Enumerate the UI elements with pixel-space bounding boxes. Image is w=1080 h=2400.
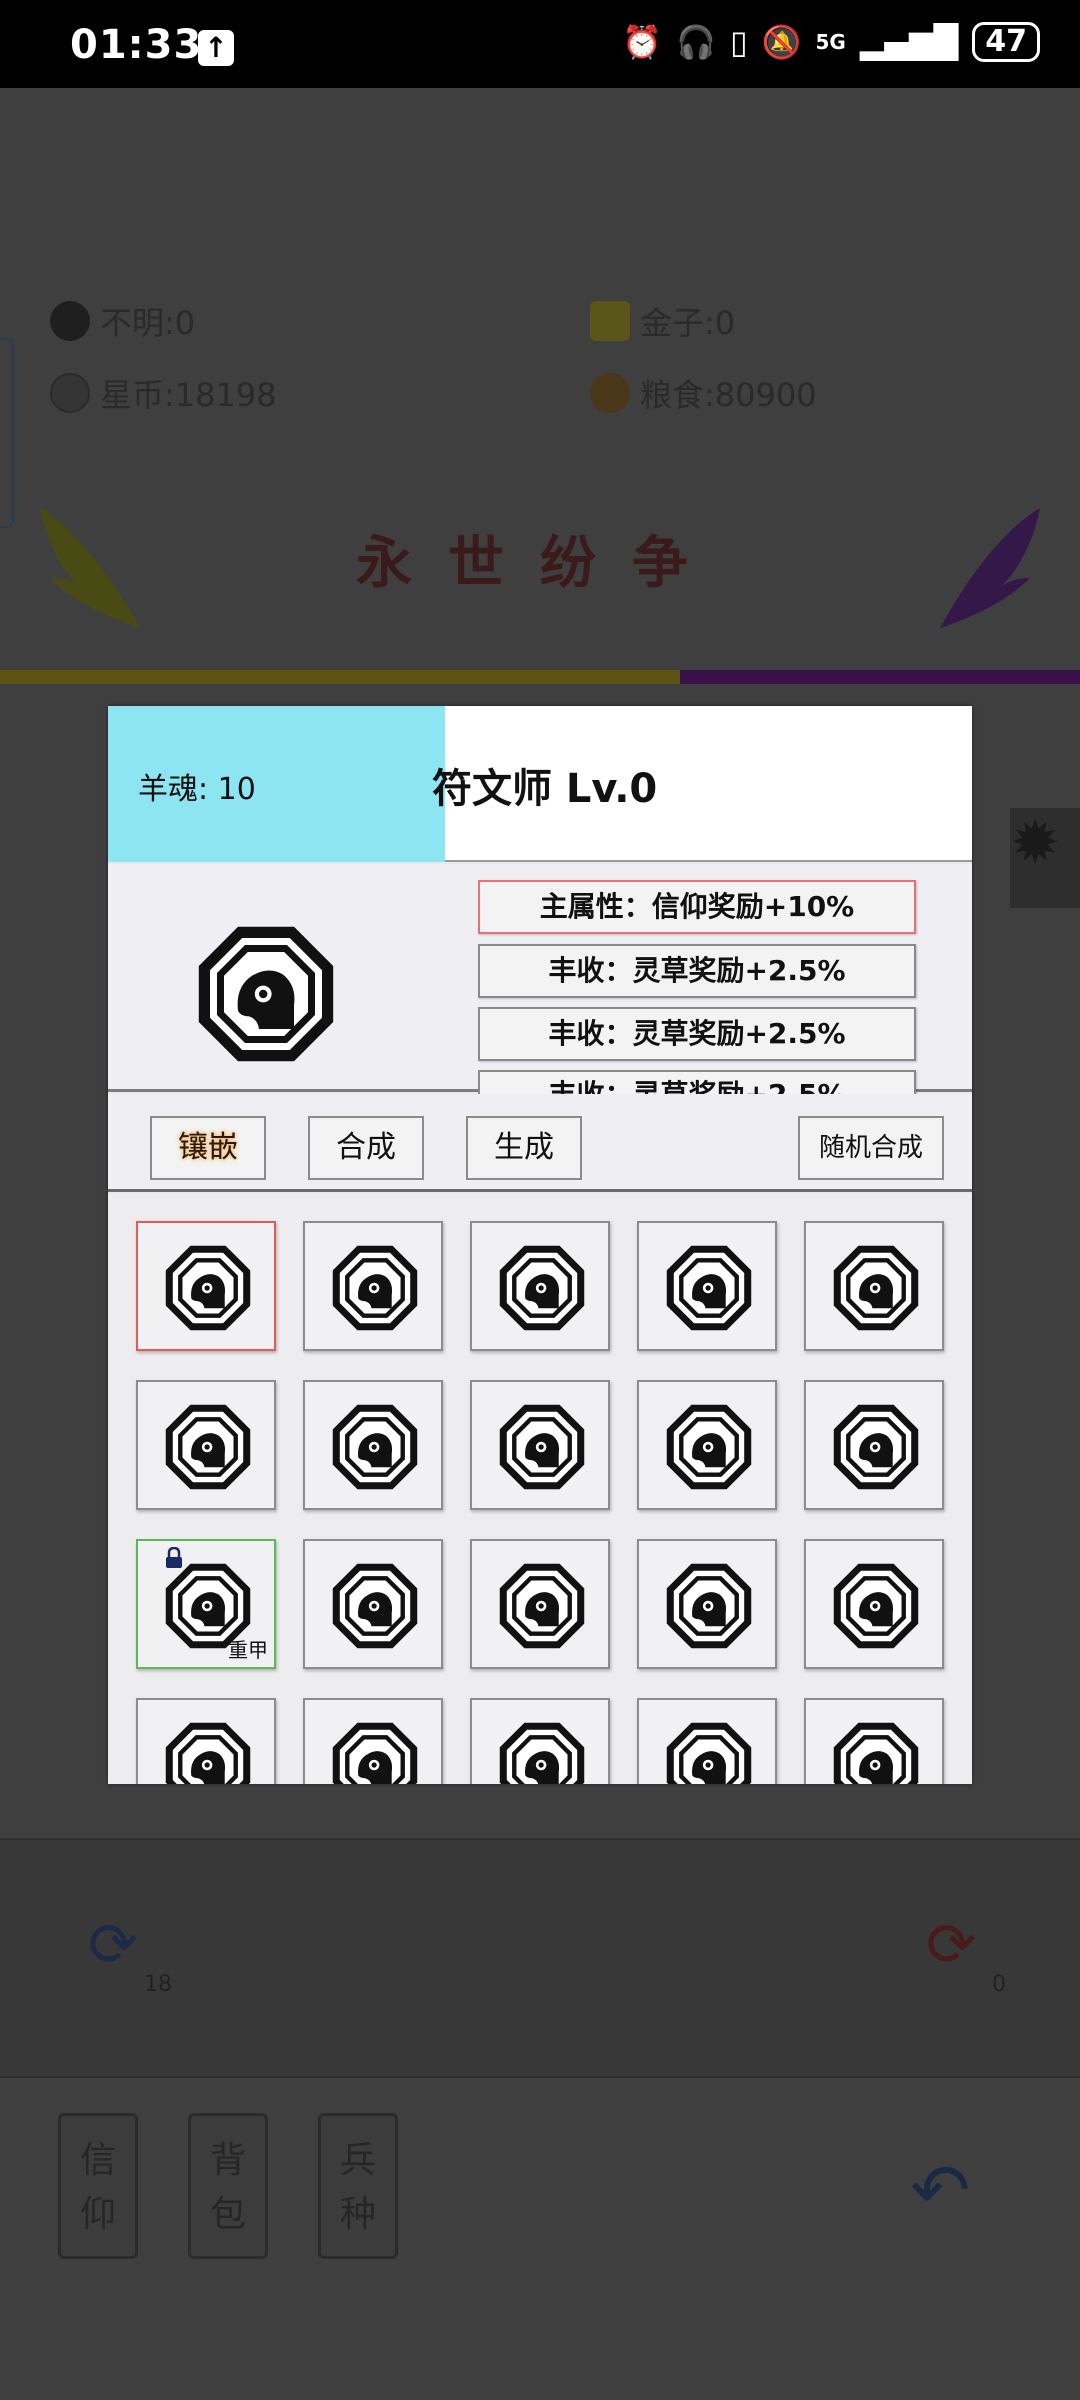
rune-slot[interactable] — [637, 1698, 777, 1784]
rune-slot[interactable] — [804, 1380, 944, 1510]
rune-slot[interactable] — [470, 1380, 610, 1510]
rune-slot[interactable] — [804, 1539, 944, 1669]
rune-slot[interactable] — [470, 1698, 610, 1784]
ram-rune-icon — [165, 1722, 251, 1784]
pinwheel-icon — [50, 301, 90, 341]
ram-rune-icon — [332, 1245, 418, 1331]
ram-rune-icon — [833, 1563, 919, 1649]
resource-unknown: 不明:0 — [50, 298, 195, 344]
resource-gold-label: 金子:0 — [640, 304, 736, 342]
rune-slot[interactable] — [303, 1380, 443, 1510]
dialog-title: 符文师 Lv.0 — [432, 766, 658, 812]
refresh-right-count: 0 — [992, 1972, 1006, 1997]
attribute-main: 主属性：信仰奖励+10% — [478, 880, 916, 934]
progress-bar-right — [680, 670, 1080, 684]
troops-button-label: 兵种 — [339, 2140, 376, 2235]
progress-bar-left — [0, 670, 680, 684]
rune-slot[interactable] — [804, 1221, 944, 1351]
refresh-icon-left[interactable]: ⟳ — [88, 1910, 138, 1980]
status-bar: 01:33 ↑ ⏰ 🎧 ▯ 🔕 5G ▂▄▆█ 47 — [0, 0, 1080, 88]
resource-food: 粮食:80900 — [590, 370, 817, 416]
refresh-icon-right[interactable]: ⟳ — [926, 1910, 976, 1980]
ram-rune-icon — [499, 1404, 585, 1490]
lock-icon — [166, 1547, 182, 1568]
dialog-header: 羊魂: 10 符文师 Lv.0 — [108, 706, 972, 862]
alarm-icon: ⏰ — [622, 23, 663, 61]
food-icon — [590, 373, 630, 413]
rune-slot[interactable] — [136, 1221, 276, 1351]
network-label: 5G — [815, 30, 846, 54]
rune-slot[interactable] — [136, 1698, 276, 1784]
settings-icon[interactable]: ✹ — [1010, 808, 1080, 908]
resource-unknown-label: 不明:0 — [100, 304, 196, 342]
ram-rune-icon — [198, 926, 334, 1062]
mute-icon: 🔕 — [761, 23, 802, 61]
ram-rune-icon — [165, 1245, 251, 1331]
rune-slot[interactable] — [136, 1380, 276, 1510]
rune-grid: 重甲 — [108, 1194, 972, 1784]
side-tab[interactable] — [0, 338, 14, 528]
equipped-tag: 重甲 — [228, 1638, 268, 1662]
back-icon[interactable]: ↶ — [910, 2148, 970, 2232]
ram-rune-icon — [332, 1404, 418, 1490]
soul-count: 羊魂: 10 — [138, 772, 256, 807]
ram-rune-icon — [833, 1245, 919, 1331]
random-combine-button[interactable]: 随机合成 — [798, 1116, 944, 1180]
resource-food-label: 粮食:80900 — [640, 376, 817, 414]
battery-saver-icon: ▯ — [730, 23, 748, 61]
status-icons: ⏰ 🎧 ▯ 🔕 5G ▂▄▆█ 47 — [622, 22, 1040, 62]
bag-button-label: 背包 — [209, 2140, 246, 2235]
rune-slot[interactable] — [637, 1380, 777, 1510]
ram-rune-icon — [332, 1722, 418, 1784]
gold-icon — [590, 301, 630, 341]
refresh-panel: ⟳ 18 ⟳ 0 — [0, 1838, 1080, 2078]
upload-icon: ↑ — [198, 30, 234, 66]
rune-slot[interactable] — [470, 1539, 610, 1669]
ram-rune-icon — [666, 1245, 752, 1331]
status-time: 01:33 — [70, 22, 203, 68]
rune-dialog: 羊魂: 10 符文师 Lv.0 主属性：信仰奖励+10% 丰收：灵草奖励+2.5… — [108, 706, 972, 1784]
tab-generate[interactable]: 生成 — [466, 1116, 582, 1180]
refresh-left-count: 18 — [144, 1972, 172, 1997]
ram-rune-icon — [666, 1404, 752, 1490]
tab-combine[interactable]: 合成 — [308, 1116, 424, 1180]
ram-rune-icon — [165, 1404, 251, 1490]
rune-slot[interactable]: 重甲 — [136, 1539, 276, 1669]
right-wing-icon — [940, 508, 1040, 628]
ram-rune-icon — [499, 1563, 585, 1649]
star-coin-icon — [50, 373, 90, 413]
attribute-sub-1: 丰收：灵草奖励+2.5% — [478, 944, 916, 998]
resource-star: 星币:18198 — [50, 370, 277, 416]
rune-slot[interactable] — [303, 1221, 443, 1351]
rune-slot[interactable] — [637, 1539, 777, 1669]
game-title: 永世纷争 — [356, 531, 724, 596]
rune-slot[interactable] — [804, 1698, 944, 1784]
attribute-sub-2: 丰收：灵草奖励+2.5% — [478, 1007, 916, 1061]
rune-slot[interactable] — [637, 1221, 777, 1351]
battery-level: 47 — [972, 22, 1040, 62]
ram-rune-icon — [666, 1722, 752, 1784]
rune-slot[interactable] — [303, 1698, 443, 1784]
signal-icon: ▂▄▆█ — [859, 23, 959, 61]
faith-button-label: 信仰 — [79, 2140, 116, 2235]
faith-button[interactable]: 信仰 — [58, 2113, 138, 2259]
tab-inlay[interactable]: 镶嵌 — [150, 1116, 266, 1180]
rune-slot[interactable] — [303, 1539, 443, 1669]
ram-rune-icon — [666, 1563, 752, 1649]
troops-button[interactable]: 兵种 — [318, 2113, 398, 2259]
resource-star-label: 星币:18198 — [100, 376, 277, 414]
bag-button[interactable]: 背包 — [188, 2113, 268, 2259]
ram-rune-icon — [499, 1245, 585, 1331]
ram-rune-icon — [833, 1722, 919, 1784]
ram-rune-icon — [332, 1563, 418, 1649]
ram-rune-icon — [833, 1404, 919, 1490]
ram-rune-icon — [499, 1722, 585, 1784]
rune-info: 主属性：信仰奖励+10% 丰收：灵草奖励+2.5% 丰收：灵草奖励+2.5% 丰… — [108, 864, 972, 1120]
resource-gold: 金子:0 — [590, 298, 735, 344]
rune-slot[interactable] — [470, 1221, 610, 1351]
headphones-icon: 🎧 — [676, 23, 717, 61]
dialog-tabs: 镶嵌 合成 生成 随机合成 — [108, 1094, 972, 1192]
